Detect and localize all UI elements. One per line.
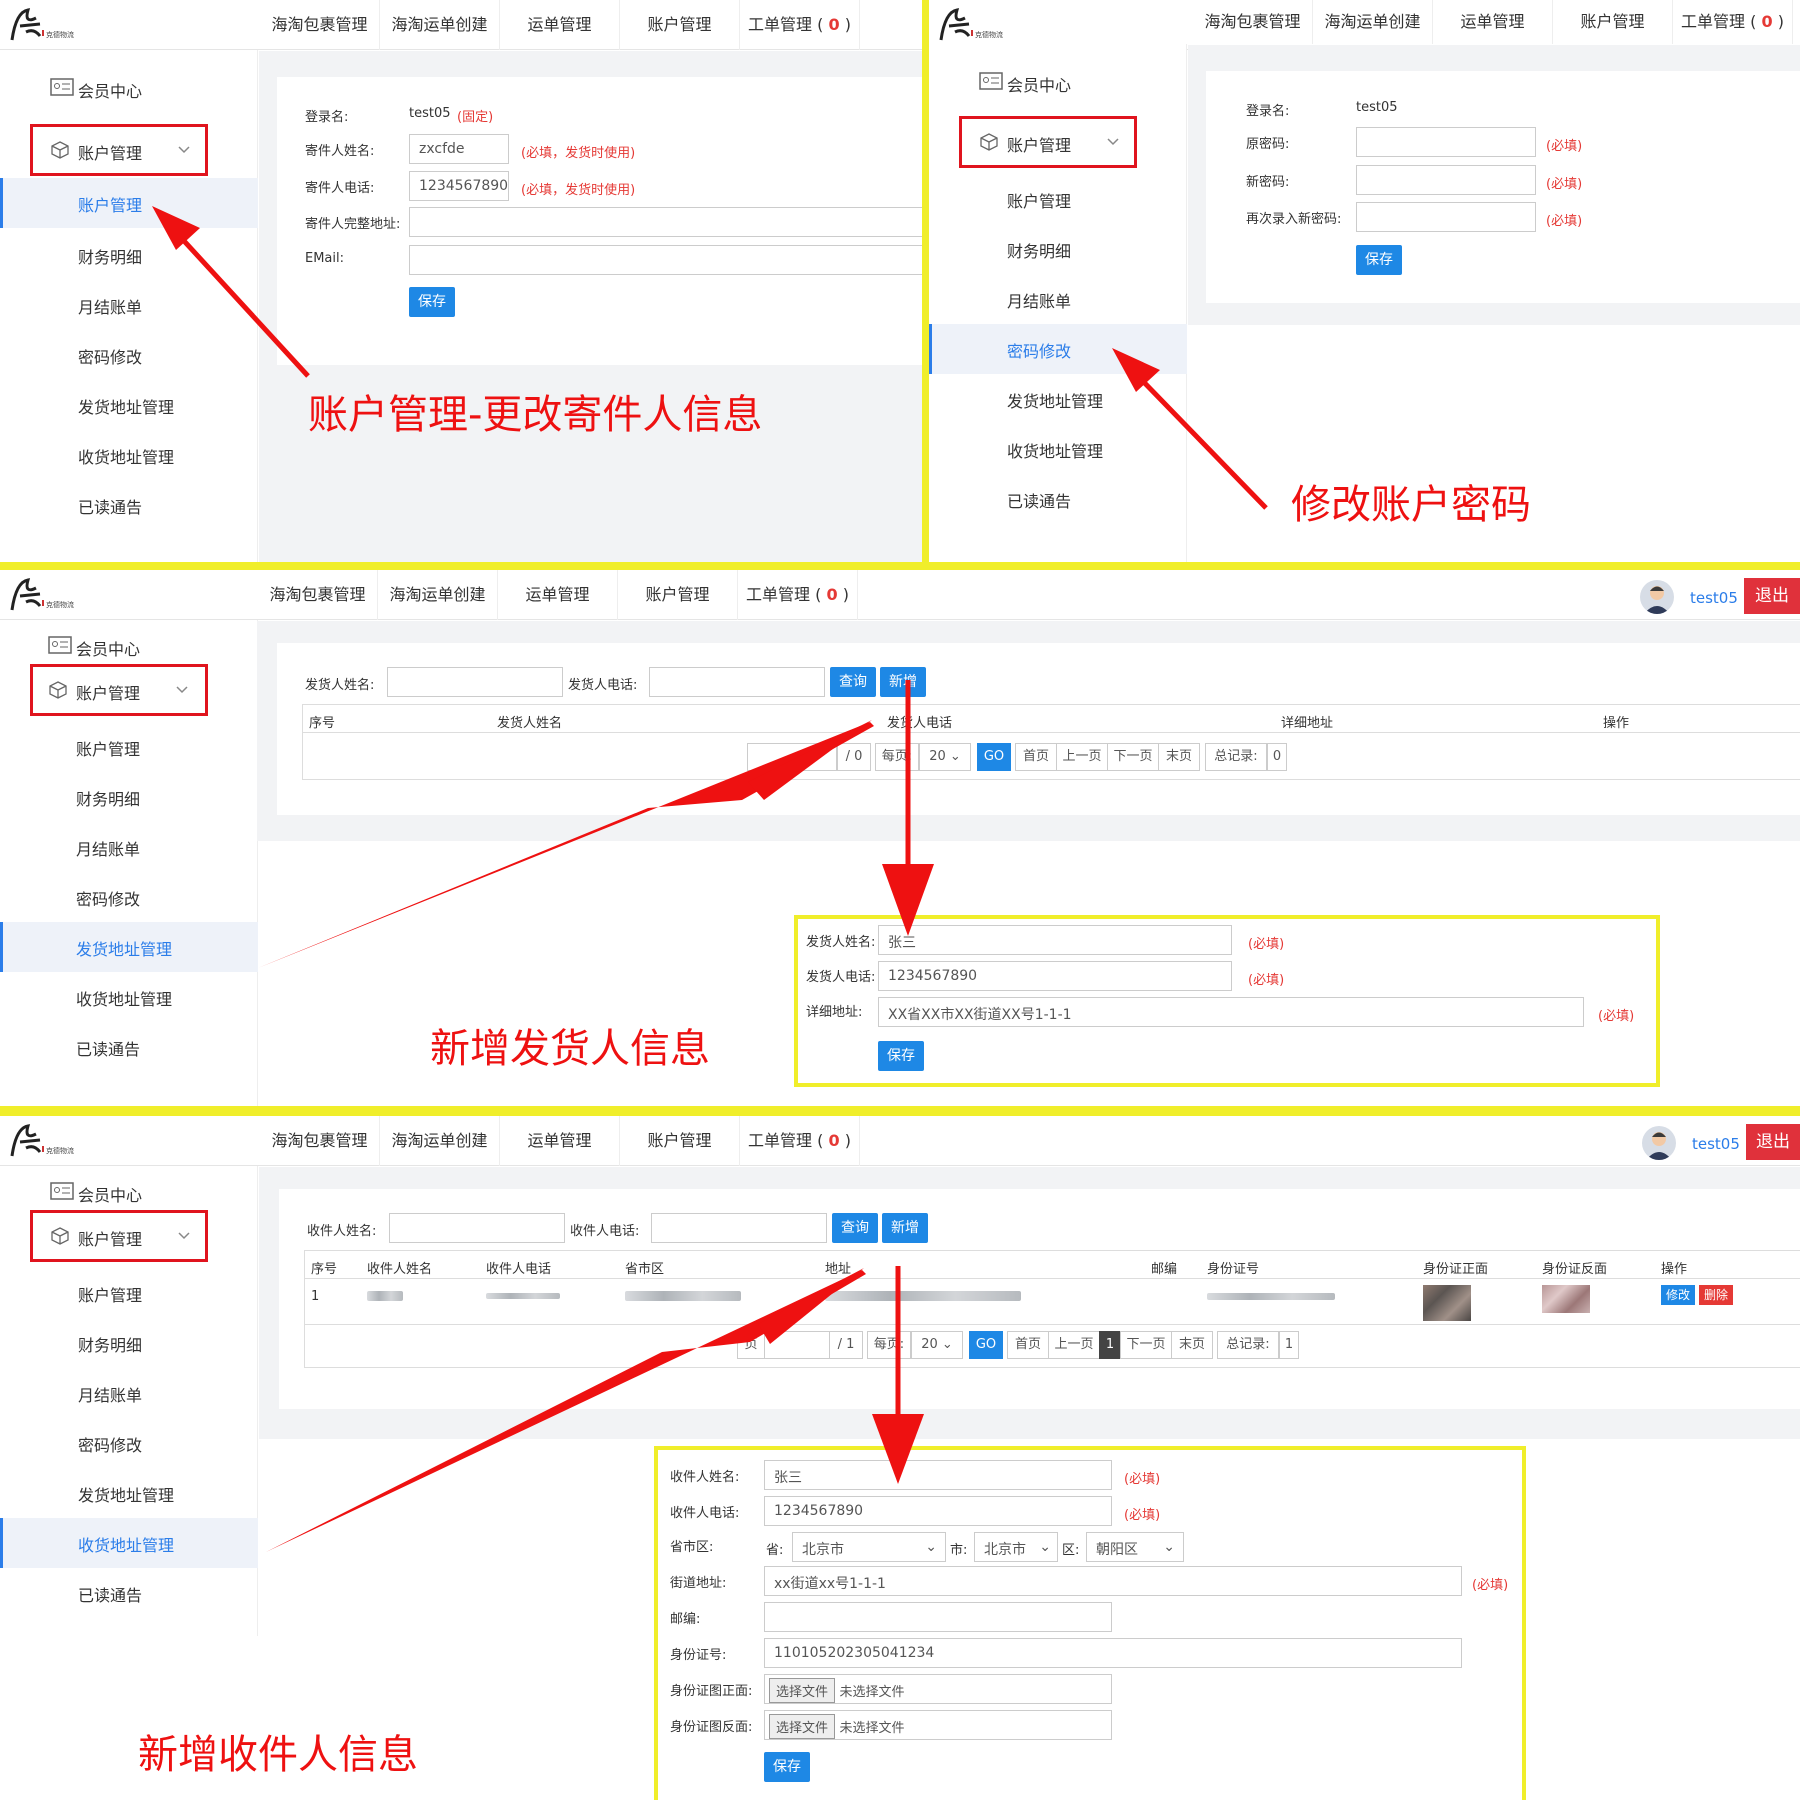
annotation-arrows	[152, 206, 1268, 1552]
